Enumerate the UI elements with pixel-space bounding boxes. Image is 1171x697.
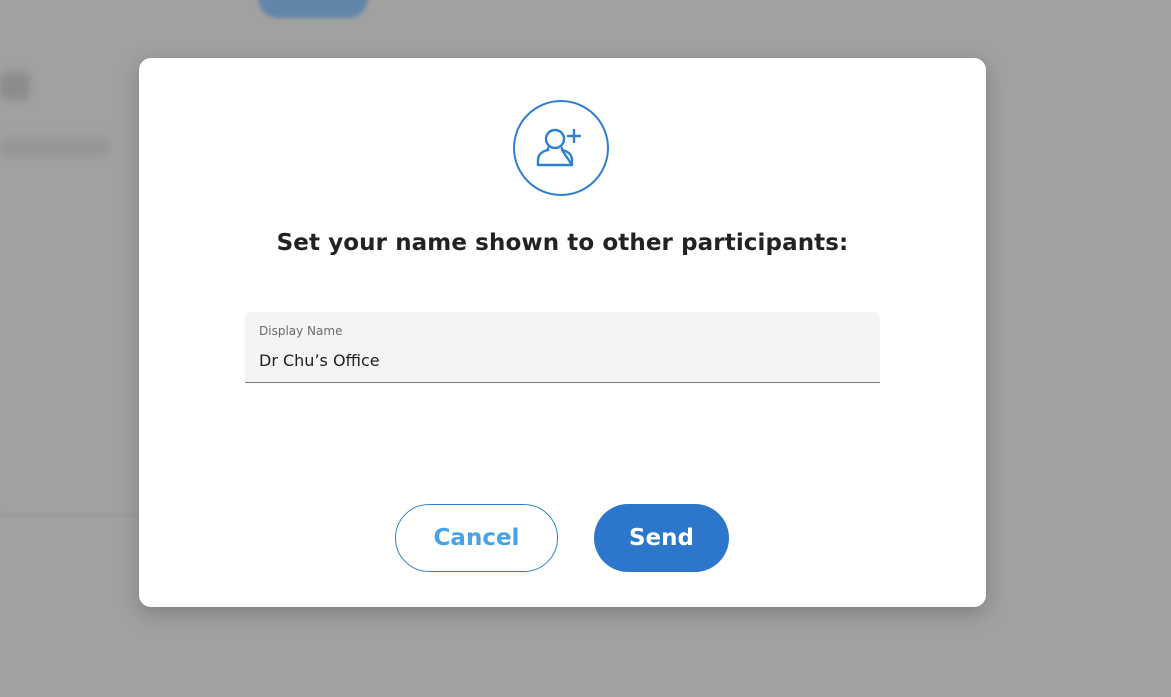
display-name-label: Display Name	[259, 324, 343, 338]
display-name-input[interactable]	[259, 348, 859, 372]
add-user-icon	[513, 100, 609, 196]
background-content-blurred	[0, 72, 30, 100]
background-button-blurred	[258, 0, 368, 18]
send-button[interactable]: Send	[594, 504, 729, 572]
background-divider-blurred	[0, 514, 140, 516]
display-name-field[interactable]: Display Name	[245, 312, 880, 383]
dialog-title: Set your name shown to other participant…	[276, 230, 849, 256]
display-name-dialog: Set your name shown to other participant…	[139, 58, 986, 607]
cancel-button[interactable]: Cancel	[395, 504, 558, 572]
background-content-blurred	[0, 138, 110, 156]
